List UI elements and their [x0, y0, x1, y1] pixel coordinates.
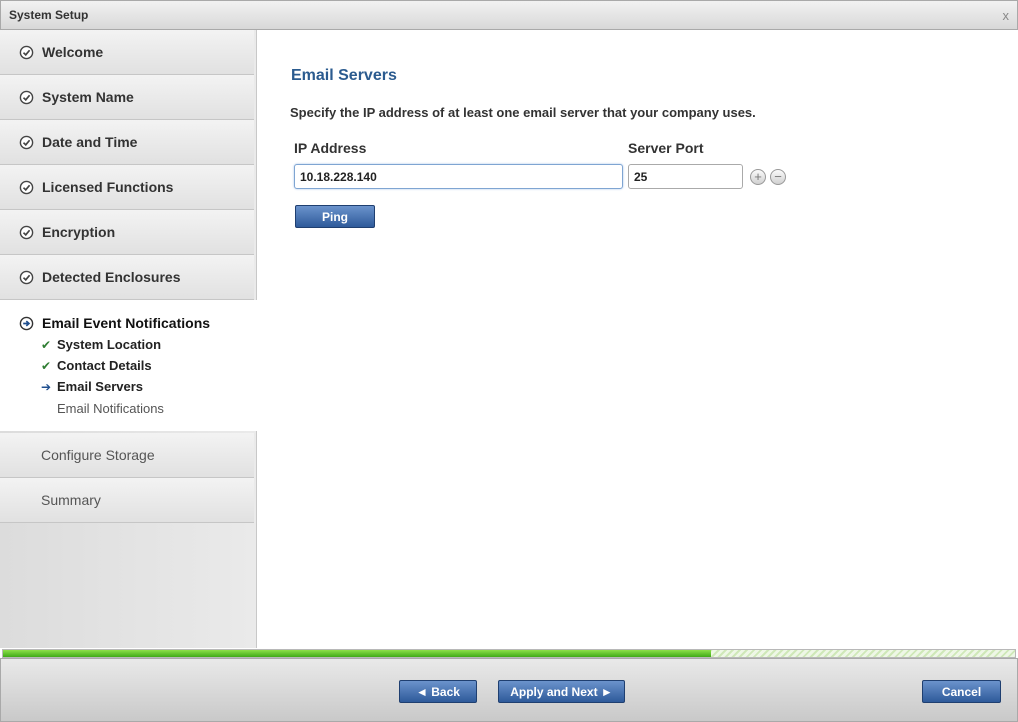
wizard-progress-bar: [2, 649, 1016, 658]
check-circle-icon: [19, 225, 34, 239]
sidebar-item-summary: Summary: [0, 478, 254, 523]
sidebar-item-welcome[interactable]: Welcome: [0, 30, 254, 75]
check-circle-icon: [19, 135, 34, 149]
checkmark-icon: ✔: [41, 358, 52, 373]
sidebar-item-label: Detected Enclosures: [42, 269, 181, 285]
back-button[interactable]: ◄ Back: [399, 680, 477, 703]
sidebar-item-label: Encryption: [42, 224, 116, 240]
sub-step-system-location[interactable]: ✔ System Location: [41, 337, 161, 352]
cancel-button[interactable]: Cancel: [922, 680, 1001, 703]
sidebar-item-system-name[interactable]: System Name: [0, 75, 254, 120]
sidebar-item-label: Date and Time: [42, 134, 138, 150]
server-port-input[interactable]: [628, 164, 743, 189]
active-step-heading[interactable]: Email Event Notifications: [19, 315, 210, 331]
sub-step-email-notifications: Email Notifications: [41, 401, 164, 416]
sidebar-item-label: System Name: [42, 89, 134, 105]
check-circle-icon: [19, 270, 34, 284]
sub-step-label: Email Servers: [57, 379, 144, 394]
sidebar-item-configure-storage: Configure Storage: [0, 433, 254, 478]
sidebar-item-date-and-time[interactable]: Date and Time: [0, 120, 254, 165]
window-title: System Setup: [9, 8, 89, 22]
sidebar-item-label: Licensed Functions: [42, 179, 174, 195]
sidebar-item-label: Summary: [41, 492, 101, 508]
checkmark-icon: ✔: [41, 337, 52, 352]
add-server-icon[interactable]: +: [750, 169, 766, 185]
sub-step-label: Contact Details: [57, 358, 152, 373]
check-circle-icon: [19, 45, 34, 59]
arrow-right-icon: ➔: [41, 379, 52, 394]
active-step-panel: Email Event Notifications ✔ System Locat…: [0, 300, 257, 431]
wizard-sidebar: Welcome System Name Date and Time Licens…: [0, 30, 257, 648]
sidebar-item-label: Configure Storage: [41, 447, 155, 463]
sidebar-item-licensed-functions[interactable]: Licensed Functions: [0, 165, 254, 210]
ping-button[interactable]: Ping: [295, 205, 375, 228]
ip-address-label: IP Address: [294, 140, 367, 156]
apply-and-next-button[interactable]: Apply and Next ►: [498, 680, 625, 703]
instructions-text: Specify the IP address of at least one e…: [290, 105, 756, 120]
title-bar: System Setup x: [0, 0, 1018, 30]
footer-bar: ◄ Back Apply and Next ► Cancel: [0, 658, 1018, 722]
progress-fill: [3, 650, 712, 657]
ip-address-input[interactable]: [294, 164, 623, 189]
sidebar-item-detected-enclosures[interactable]: Detected Enclosures: [0, 255, 254, 300]
server-port-label: Server Port: [628, 140, 704, 156]
check-circle-icon: [19, 90, 34, 104]
sub-step-contact-details[interactable]: ✔ Contact Details: [41, 358, 152, 373]
remove-server-icon[interactable]: −: [770, 169, 786, 185]
check-circle-icon: [19, 180, 34, 194]
arrow-circle-icon: [19, 316, 34, 330]
main-panel: Email Servers Specify the IP address of …: [257, 30, 1018, 648]
sub-step-label: System Location: [57, 337, 162, 352]
active-step-label: Email Event Notifications: [42, 315, 211, 331]
page-title: Email Servers: [291, 67, 397, 84]
close-icon[interactable]: x: [1003, 8, 1010, 23]
sidebar-item-label: Welcome: [42, 44, 104, 60]
sidebar-item-encryption[interactable]: Encryption: [0, 210, 254, 255]
sub-step-label: Email Notifications: [57, 401, 164, 416]
sub-step-email-servers[interactable]: ➔ Email Servers: [41, 379, 143, 394]
